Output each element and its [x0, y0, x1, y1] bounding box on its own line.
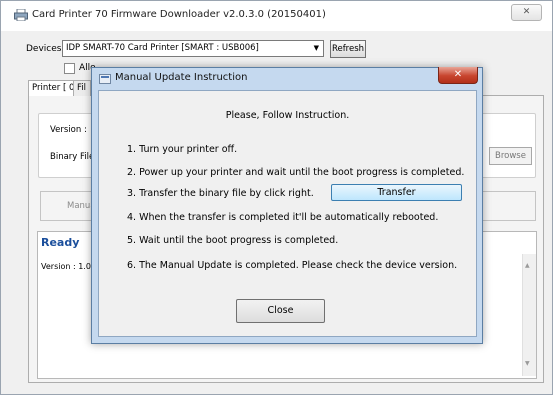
window-icon — [99, 74, 111, 84]
instruction-step: 6. The Manual Update is completed. Pleas… — [127, 260, 458, 271]
log-scrollbar[interactable] — [522, 254, 536, 376]
binary-file-label: Binary File — [50, 152, 95, 162]
version-label: Version : — [50, 125, 87, 135]
close-icon: ✕ — [453, 69, 463, 80]
close-icon: ✕ — [522, 7, 531, 17]
tab-file[interactable]: Fil — [73, 80, 91, 96]
refresh-button[interactable]: Refresh — [330, 40, 366, 58]
instruction-step: 4. When the transfer is completed it'll … — [127, 212, 439, 223]
transfer-button[interactable]: Transfer — [331, 184, 462, 201]
log-line: Version : 1.0 — [41, 262, 91, 271]
dialog-close-button[interactable]: ✕ — [438, 67, 478, 84]
instruction-step: 5. Wait until the boot progress is compl… — [127, 235, 339, 246]
close-button[interactable]: Close — [236, 299, 325, 323]
window-close-button[interactable]: ✕ — [511, 4, 542, 21]
scroll-up-icon[interactable]: ▲ — [525, 262, 530, 269]
allow-network-checkbox[interactable] — [64, 63, 75, 74]
chevron-down-icon: ▼ — [313, 44, 319, 52]
scroll-down-icon[interactable]: ▼ — [525, 360, 530, 367]
devices-dropdown[interactable]: IDP SMART-70 Card Printer [SMART : USB00… — [62, 40, 324, 57]
instruction-step: 3. Transfer the binary file by click rig… — [127, 188, 314, 199]
window-title: Card Printer 70 Firmware Downloader v2.0… — [32, 9, 326, 20]
printer-icon — [14, 9, 28, 21]
browse-button[interactable]: Browse — [489, 147, 532, 165]
dialog-heading: Please, Follow Instruction. — [225, 110, 350, 121]
instruction-step: 1. Turn your printer off. — [127, 144, 238, 155]
instruction-step: 2. Power up your printer and wait until … — [127, 167, 465, 178]
status-title: Ready — [41, 236, 80, 249]
devices-selected-value: IDP SMART-70 Card Printer [SMART : USB00… — [66, 43, 259, 53]
dialog-title: Manual Update Instruction — [115, 72, 248, 83]
